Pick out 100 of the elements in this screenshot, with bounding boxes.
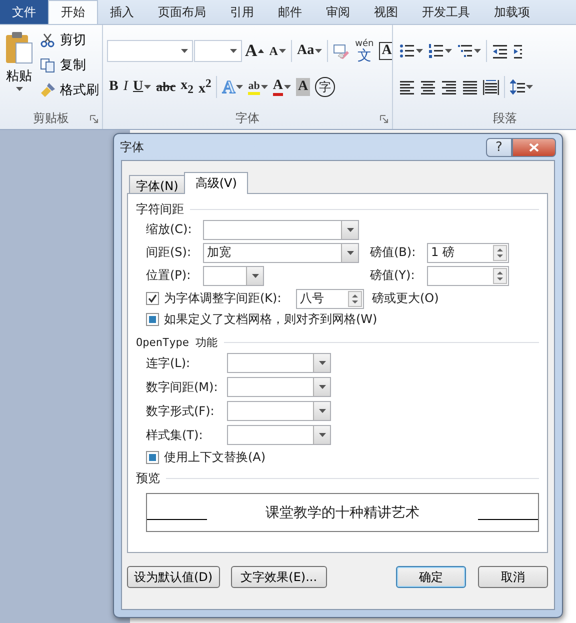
strikethrough-button[interactable]: abc xyxy=(154,77,178,97)
caret-icon xyxy=(16,87,22,91)
spinner-arrows-icon xyxy=(493,244,507,260)
dialog-tab[interactable]: 字体(N) xyxy=(129,175,186,193)
caret-icon xyxy=(474,49,482,53)
line-spacing-icon xyxy=(510,79,526,95)
caret-icon xyxy=(278,49,286,53)
paste-button[interactable]: 粘贴 xyxy=(4,29,34,107)
dropdown-field[interactable] xyxy=(227,401,331,421)
phonetic-guide-button[interactable]: wén 文 xyxy=(353,38,376,64)
help-button[interactable]: ? xyxy=(486,138,512,156)
checkbox[interactable] xyxy=(146,313,159,326)
decrease-indent-icon xyxy=(492,43,508,59)
dropdown-caret-icon xyxy=(346,250,354,254)
superscript-button[interactable]: x$^{2}$ xyxy=(196,74,214,100)
highlight-button[interactable]: ab xyxy=(246,78,270,96)
field-label: 磅或更大(O) xyxy=(372,290,439,307)
change-case-button[interactable]: Aa xyxy=(294,41,324,61)
dialog-button[interactable]: 设为默认值(D) xyxy=(127,566,220,588)
field-label: 连字(L): xyxy=(146,354,192,372)
field-label: 数字间距(M): xyxy=(146,378,219,396)
section-title: OpenType 功能 xyxy=(136,334,218,350)
close-button[interactable] xyxy=(512,138,556,156)
spin-field[interactable]: 1 磅 xyxy=(427,242,509,262)
font-name-field[interactable] xyxy=(107,40,193,62)
preview-text: 课堂教学的十种精讲艺术 xyxy=(266,504,420,522)
field-label: 样式集(T): xyxy=(146,426,204,444)
underline-button[interactable]: U xyxy=(131,77,154,97)
dropdown-field[interactable] xyxy=(227,377,331,397)
shrink-font-button[interactable]: A xyxy=(267,42,288,60)
caret-icon xyxy=(284,85,292,89)
clipboard-icon xyxy=(4,31,34,65)
align-right-icon xyxy=(441,79,458,95)
field-label: 磅值(B): xyxy=(370,244,417,261)
toolbar-button[interactable] xyxy=(426,41,454,61)
toolbar-button[interactable] xyxy=(508,77,536,97)
spin-field[interactable]: 八号 xyxy=(296,288,364,308)
format-painter-button[interactable]: 格式刷 xyxy=(38,79,101,101)
dropdown-field[interactable] xyxy=(227,425,331,445)
ribbon-tab[interactable]: 引用 xyxy=(218,0,266,24)
dialog-launcher-icon[interactable] xyxy=(380,115,388,123)
dialog-button[interactable]: 取消 xyxy=(478,566,548,588)
ribbon-tab[interactable]: 插入 xyxy=(98,0,146,24)
character-shading-button[interactable]: A xyxy=(294,76,312,98)
font-size-field[interactable] xyxy=(194,40,242,62)
ribbon-tab[interactable]: 加载项 xyxy=(482,0,542,24)
ribbon-tab[interactable]: 审阅 xyxy=(314,0,362,24)
subscript-button[interactable]: x$_{2}$ xyxy=(178,76,196,98)
caret-icon xyxy=(416,49,424,53)
caret-icon xyxy=(526,85,534,89)
font-color-button[interactable]: A xyxy=(270,76,294,98)
bold-button[interactable]: B xyxy=(107,77,120,97)
field-label: 间距(S): xyxy=(146,244,192,261)
field-label: 数字形式(F): xyxy=(146,402,216,420)
cut-button[interactable]: 剪切 xyxy=(38,29,101,51)
up-caret-icon xyxy=(258,49,264,53)
dropdown-field[interactable]: 加宽 xyxy=(203,242,359,262)
increase-indent-icon xyxy=(513,43,522,59)
spinner-arrows-icon xyxy=(348,290,362,306)
dialog-button[interactable]: 确定 xyxy=(396,566,466,588)
close-icon xyxy=(529,142,539,152)
multilevel-list-icon xyxy=(457,43,474,59)
dropdown-field[interactable] xyxy=(227,353,331,373)
field-label: 位置(P): xyxy=(146,267,192,284)
character-border-button[interactable]: A xyxy=(376,40,392,62)
enclose-characters-button[interactable]: 字 xyxy=(313,75,338,99)
dialog-tab[interactable]: 高级(V) xyxy=(184,172,248,194)
checkbox-label: 使用上下文替换(A) xyxy=(164,448,266,466)
copy-icon xyxy=(40,57,56,73)
scissors-icon xyxy=(40,32,56,48)
section-title: 预览 xyxy=(136,470,160,486)
toolbar-button[interactable] xyxy=(481,77,502,97)
caret-icon xyxy=(315,49,322,53)
dropdown-caret-icon xyxy=(318,385,326,389)
ribbon-tab[interactable]: 页面布局 xyxy=(146,0,218,24)
ribbon-tab[interactable]: 开发工具 xyxy=(410,0,482,24)
dropdown-field[interactable] xyxy=(203,220,359,240)
caret-icon xyxy=(236,85,244,89)
caret-icon xyxy=(144,85,152,89)
distribute-icon xyxy=(483,79,500,95)
ribbon-tab[interactable]: 视图 xyxy=(362,0,410,24)
ribbon-tab[interactable]: 邮件 xyxy=(266,0,314,24)
spin-field[interactable] xyxy=(427,266,509,286)
dropdown-caret-icon xyxy=(181,49,188,53)
copy-button[interactable]: 复制 xyxy=(38,54,101,76)
checkbox[interactable] xyxy=(146,450,159,464)
dropdown-field[interactable] xyxy=(203,266,264,286)
grow-font-button[interactable]: A xyxy=(243,39,266,63)
dialog-button[interactable]: 文字效果(E)... xyxy=(230,566,328,588)
italic-button[interactable]: I xyxy=(121,77,130,97)
dialog-launcher-icon[interactable] xyxy=(90,115,98,123)
field-label: 缩放(C): xyxy=(146,221,193,238)
dialog-title: 字体 xyxy=(120,138,145,156)
eraser-icon xyxy=(333,43,350,59)
dropdown-caret-icon xyxy=(252,274,258,278)
dropdown-caret-icon xyxy=(346,228,354,232)
ribbon-tab[interactable]: 开始 xyxy=(48,0,98,24)
checkbox[interactable] xyxy=(146,292,159,305)
file-tab[interactable]: 文件 xyxy=(0,0,48,24)
section-title: 字符间距 xyxy=(136,200,184,218)
